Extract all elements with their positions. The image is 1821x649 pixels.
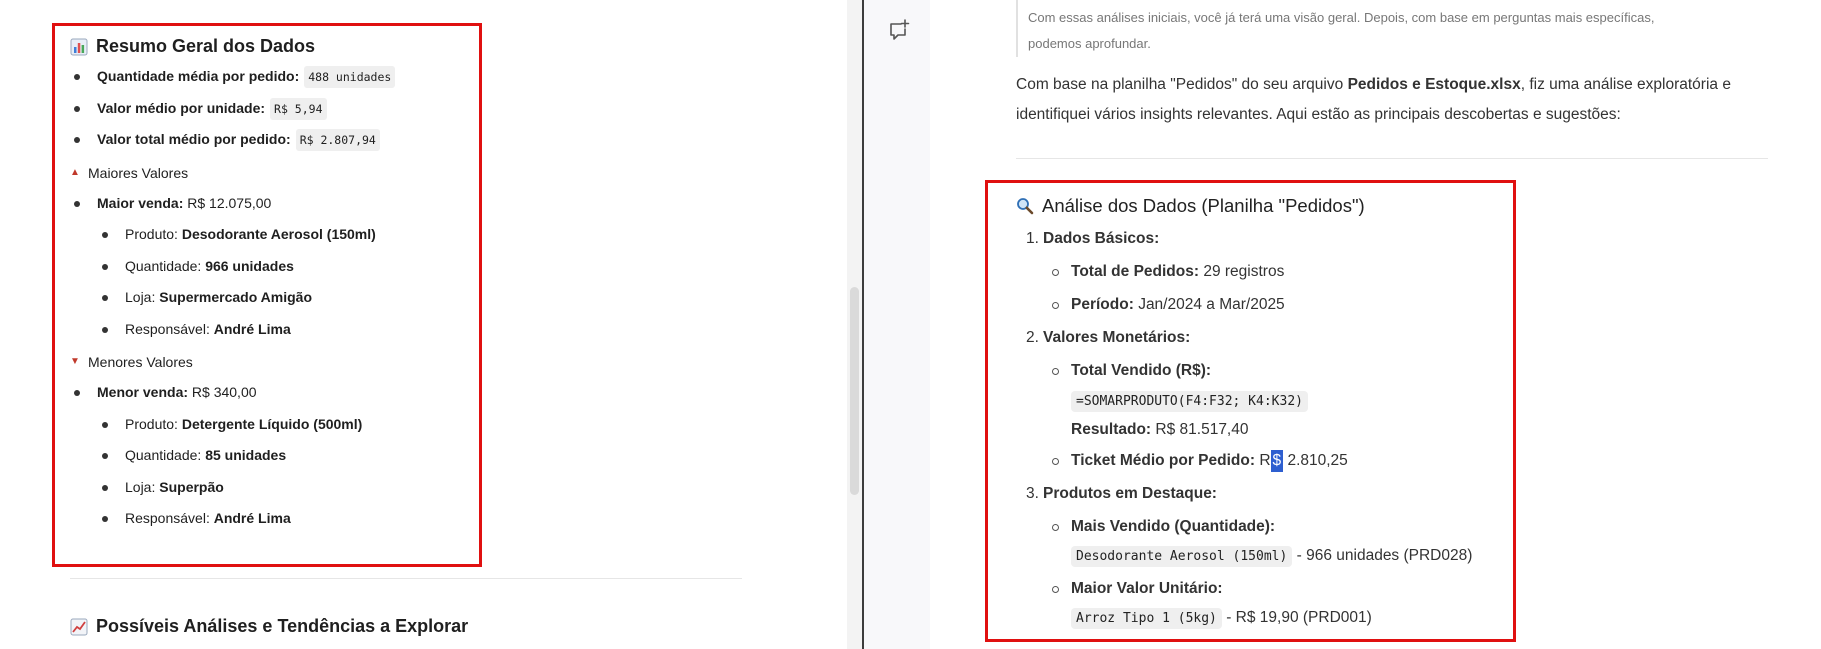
sub-item: Total de Pedidos: 29 registros — [1016, 261, 1496, 294]
summary-section: Resumo Geral dos Dados Quantidade média … — [70, 36, 470, 540]
product-line: Desodorante Aerosol (150ml) - 966 unidad… — [1016, 545, 1496, 578]
trends-title: Possíveis Análises e Tendências a Explor… — [70, 616, 468, 637]
detail-item: Produto: Desodorante Aerosol (150ml) — [70, 224, 470, 256]
max-sale-item: Maior venda: R$ 12.075,00 — [70, 193, 470, 225]
sub-item: Total Vendido (R$): — [1016, 360, 1496, 390]
section-divider — [1016, 158, 1768, 159]
max-values-heading: ▲ Maiores Valores — [70, 164, 189, 181]
right-sidebar-gutter — [864, 0, 930, 649]
formula-code: =SOMARPRODUTO(F4:F32; K4:K32) — [1071, 391, 1308, 412]
numbered-item: 1. Dados Básicos: — [1026, 230, 1160, 247]
stat-item: Valor médio por unidade: R$ 5,94 — [70, 97, 470, 130]
product-line: Arroz Tipo 1 (5kg) - R$ 19,90 (PRD001) — [1016, 607, 1496, 636]
left-scrollbar[interactable] — [847, 0, 862, 649]
left-panel: Resumo Geral dos Dados Quantidade média … — [0, 0, 862, 649]
numbered-item: 3. Produtos em Destaque: — [1026, 485, 1217, 502]
text-cursor-selection: $ — [1270, 450, 1284, 472]
stat-item: Valor total médio por pedido: R$ 2.807,94 — [70, 129, 470, 161]
analysis-section: Análise dos Dados (Planilha "Pedidos") 1… — [1016, 193, 1496, 636]
bar-chart-emoji-icon — [70, 38, 88, 55]
detail-item: Produto: Detergente Líquido (500ml) — [70, 414, 470, 446]
detail-item: Quantidade: 966 unidades — [70, 256, 470, 288]
min-values-heading: ▼ Menores Valores — [70, 354, 193, 370]
analysis-title: Análise dos Dados (Planilha "Pedidos") — [1016, 193, 1496, 219]
detail-item: Responsável: André Lima — [70, 319, 470, 351]
new-chat-icon[interactable] — [886, 18, 912, 44]
result-line: Resultado: R$ 81.517,40 — [1071, 421, 1249, 438]
min-sale-item: Menor venda: R$ 340,00 — [70, 382, 470, 414]
formula-line: =SOMARPRODUTO(F4:F32; K4:K32) — [1016, 390, 1496, 419]
detail-item: Quantidade: 85 unidades — [70, 445, 470, 477]
right-panel: Com essas análises iniciais, você já ter… — [864, 0, 1821, 649]
red-triangle-up-icon: ▲ — [70, 166, 80, 178]
detail-item: Responsável: André Lima — [70, 508, 470, 540]
magnifying-glass-emoji-icon — [1017, 198, 1034, 215]
sub-item: Ticket Médio por Pedido: R $ 2.810,25 — [1016, 450, 1496, 483]
numbered-item: 2. Valores Monetários: — [1026, 329, 1191, 346]
chart-increasing-emoji-icon — [70, 618, 88, 635]
sub-item: Período: Jan/2024 a Mar/2025 — [1016, 294, 1496, 327]
summary-title: Resumo Geral dos Dados — [70, 36, 470, 57]
sub-item: Maior Valor Unitário: — [1016, 578, 1496, 607]
stat-item: Quantidade média por pedido: 488 unidades — [70, 66, 470, 98]
blockquote: Com essas análises iniciais, você já ter… — [1016, 0, 1706, 57]
red-triangle-down-icon: ▼ — [70, 356, 80, 367]
sub-item: Mais Vendido (Quantidade): — [1016, 516, 1496, 545]
detail-item: Loja: Supermercado Amigão — [70, 287, 470, 319]
left-scroll-thumb[interactable] — [850, 287, 859, 495]
section-divider — [70, 578, 742, 579]
intro-paragraph: Com base na planilha "Pedidos" do seu ar… — [1016, 76, 1731, 123]
detail-item: Loja: Superpão — [70, 477, 470, 509]
